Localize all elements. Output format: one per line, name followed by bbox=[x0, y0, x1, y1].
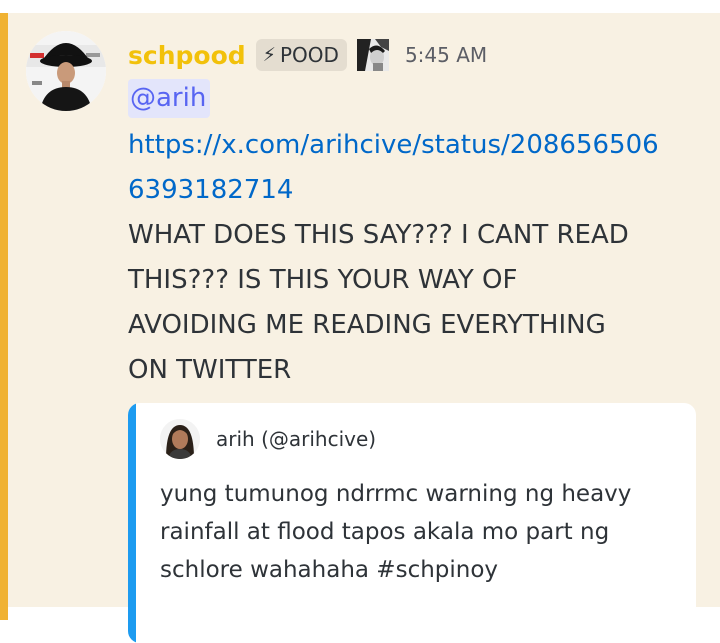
tweet-link[interactable]: https://x.com/arihcive/status/208656506 bbox=[128, 123, 698, 168]
avatar-photo bbox=[26, 31, 106, 111]
embed-description-line: rainfall at flood tapos akala mo part ng bbox=[160, 519, 610, 545]
portrait-role-icon bbox=[356, 39, 389, 71]
embed-author-name[interactable]: arih (@arihcive) bbox=[216, 427, 376, 451]
mention-highlight-bar bbox=[0, 13, 8, 620]
user-mention[interactable]: @arih bbox=[128, 79, 211, 118]
message-item: schpood ⚡ POOD 5:45 AM @arih https://x.c… bbox=[0, 0, 720, 643]
embed-author-avatar[interactable] bbox=[160, 419, 200, 459]
lightning-icon: ⚡ bbox=[262, 44, 276, 66]
embed-description: yung tumunog ndrrmc warning ng heavy rai… bbox=[160, 475, 680, 589]
message-text-line: ON TWITTER bbox=[128, 355, 292, 385]
server-tag-badge[interactable]: ⚡ POOD bbox=[255, 39, 347, 71]
link-embed: arih (@arihcive) yung tumunog ndrrmc war… bbox=[128, 403, 696, 643]
server-tag-label: POOD bbox=[279, 43, 339, 67]
message-text-line: AVOIDING ME READING EVERYTHING bbox=[128, 310, 606, 340]
message-text-line: THIS??? IS THIS YOUR WAY OF bbox=[128, 265, 518, 295]
embed-description-line: yung tumunog ndrrmc warning ng heavy bbox=[160, 481, 632, 507]
tweet-link-continued[interactable]: 6393182714 bbox=[128, 168, 698, 213]
embed-accent-bar bbox=[128, 403, 136, 643]
message-header: schpood ⚡ POOD 5:45 AM bbox=[128, 37, 487, 73]
message-timestamp: 5:45 AM bbox=[404, 43, 488, 67]
embed-description-line: schlore wahahaha #schpinoy bbox=[160, 557, 499, 583]
message-content: https://x.com/arihcive/status/208656506 … bbox=[128, 123, 698, 393]
username[interactable]: schpood bbox=[128, 41, 246, 70]
user-avatar[interactable] bbox=[26, 31, 106, 111]
embed-author: arih (@arihcive) bbox=[160, 417, 376, 461]
message-text-line: WHAT DOES THIS SAY??? I CANT READ bbox=[128, 220, 629, 250]
